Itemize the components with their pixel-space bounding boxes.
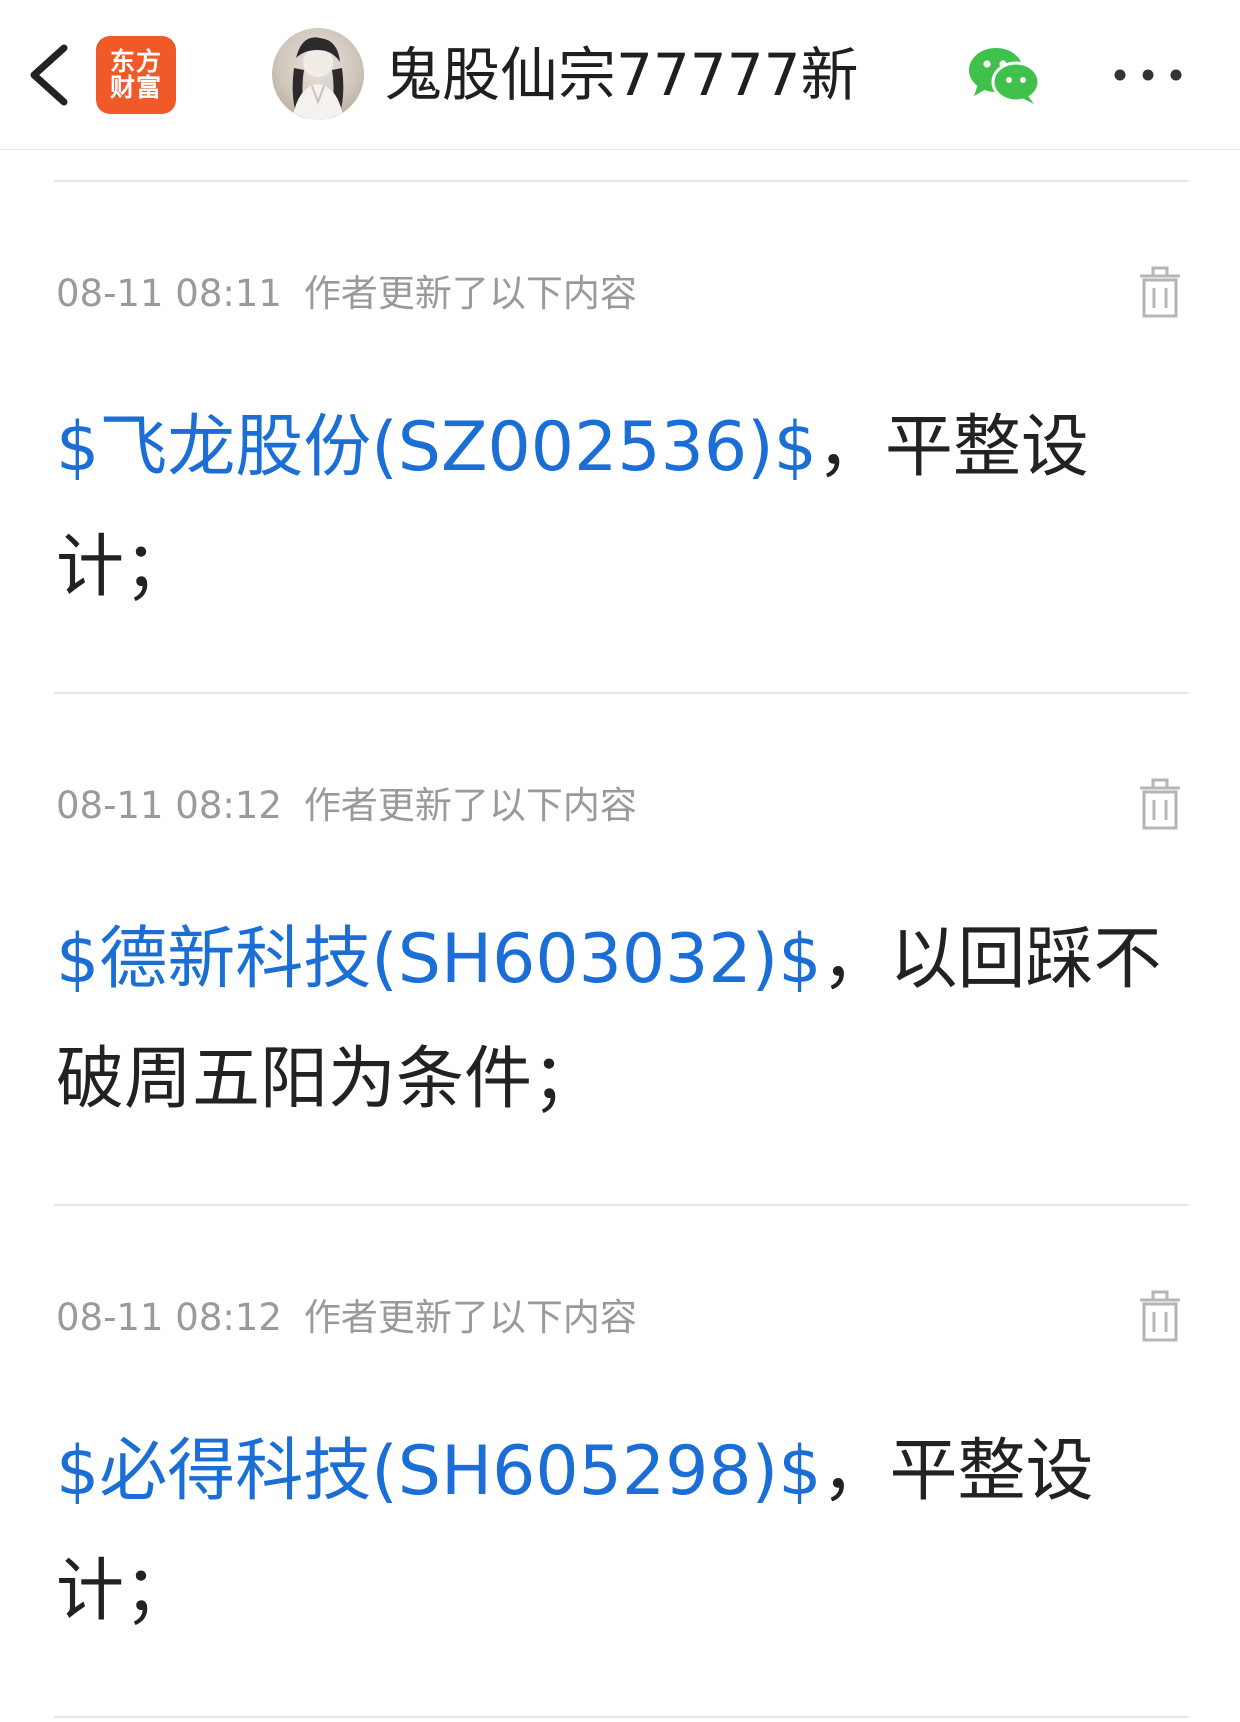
avatar[interactable] — [272, 28, 364, 120]
logo-text-bottom: 财富 — [109, 73, 162, 102]
update-content: $德新科技(SH603032)$，以回踩不破周五阳为条件； — [56, 900, 1196, 1140]
delete-button[interactable] — [1138, 266, 1182, 318]
update-time: 08-11 08:11 — [56, 272, 282, 315]
divider — [54, 692, 1188, 694]
chevron-left-icon — [30, 44, 68, 106]
wechat-share-button[interactable] — [966, 44, 1042, 106]
update-label: 作者更新了以下内容 — [303, 272, 637, 315]
more-button[interactable] — [1110, 58, 1186, 92]
update-meta: 08-11 08:12 作者更新了以下内容 — [56, 1296, 637, 1340]
update-meta: 08-11 08:11 作者更新了以下内容 — [56, 272, 637, 316]
avatar-image — [292, 37, 344, 120]
update-content: $飞龙股份(SZ002536)$，平整设计； — [56, 388, 1196, 628]
update-content: $必得科技(SH605298)$，平整设计； — [56, 1412, 1196, 1652]
logo-text-top: 东方 — [109, 46, 162, 76]
more-dots-icon — [1114, 69, 1182, 81]
divider — [54, 1204, 1188, 1206]
trash-icon — [1140, 266, 1180, 318]
divider — [54, 180, 1188, 182]
delete-button[interactable] — [1138, 778, 1182, 830]
page-title: 鬼股仙宗77777新 — [384, 41, 859, 109]
stock-link[interactable]: $必得科技(SH605298)$ — [56, 1432, 821, 1511]
update-meta: 08-11 08:12 作者更新了以下内容 — [56, 784, 637, 828]
back-button[interactable] — [22, 42, 78, 108]
delete-button[interactable] — [1138, 1290, 1182, 1342]
update-time: 08-11 08:12 — [56, 784, 282, 827]
update-label: 作者更新了以下内容 — [303, 784, 637, 827]
update-label: 作者更新了以下内容 — [303, 1296, 637, 1339]
update-time: 08-11 08:12 — [56, 1296, 282, 1339]
trash-icon — [1140, 1290, 1180, 1342]
wechat-icon — [969, 48, 1041, 104]
stock-link[interactable]: $德新科技(SH603032)$ — [56, 920, 821, 999]
stock-link[interactable]: $飞龙股份(SZ002536)$ — [56, 408, 817, 487]
app-logo: 东方 财富 — [96, 36, 176, 114]
top-bar: 东方 财富 鬼股仙宗77777新 — [0, 0, 1240, 150]
trash-icon — [1140, 778, 1180, 830]
divider — [54, 1716, 1188, 1718]
